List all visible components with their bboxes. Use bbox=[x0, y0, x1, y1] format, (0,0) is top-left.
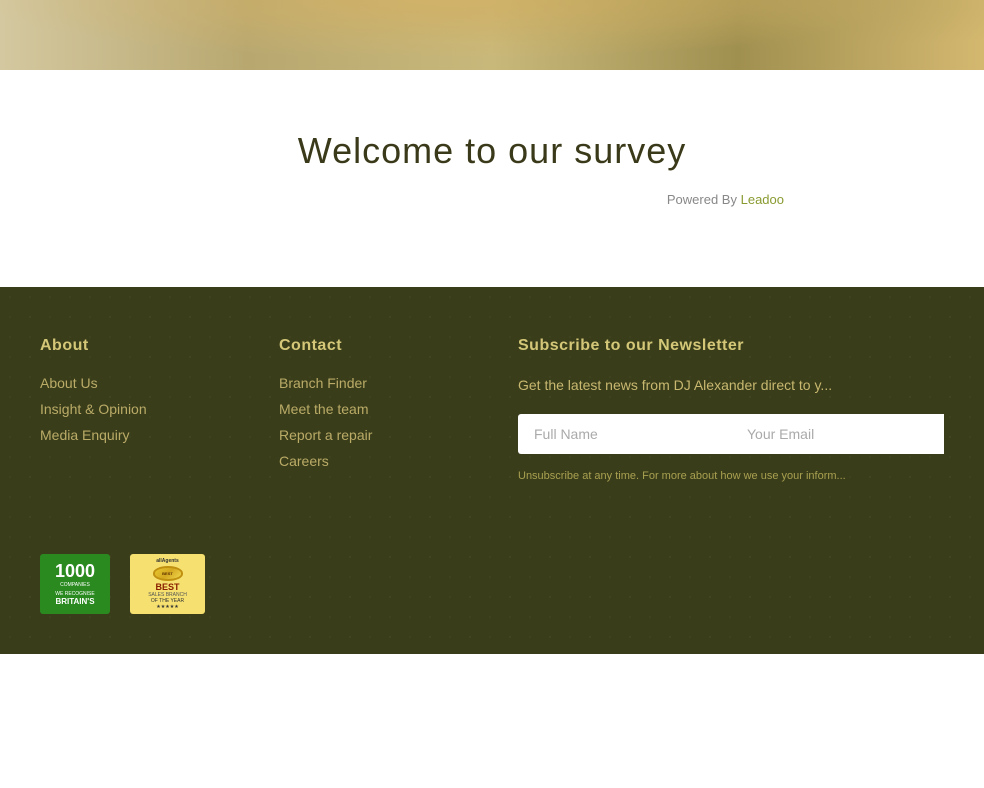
branch-finder-link[interactable]: Branch Finder bbox=[279, 375, 478, 391]
media-enquiry-link[interactable]: Media Enquiry bbox=[40, 427, 239, 443]
newsletter-heading: Subscribe to our Newsletter bbox=[518, 337, 944, 355]
footer-contact-column: Contact Branch Finder Meet the team Repo… bbox=[279, 337, 478, 484]
leadoo-link[interactable]: Leadoo bbox=[741, 192, 784, 207]
badge-allagents-brand: allAgents bbox=[156, 558, 179, 564]
footer-badges: 1000 COMPANIES WE RECOGNISE BRITAIN'S al… bbox=[40, 534, 944, 614]
about-heading: About bbox=[40, 337, 239, 355]
newsletter-description: Get the latest news from DJ Alexander di… bbox=[518, 375, 944, 396]
footer-columns: About About Us Insight & Opinion Media E… bbox=[40, 337, 944, 484]
footer-about-column: About About Us Insight & Opinion Media E… bbox=[40, 337, 239, 484]
insight-opinion-link[interactable]: Insight & Opinion bbox=[40, 401, 239, 417]
hero-image bbox=[0, 0, 984, 70]
powered-by: Powered By Leadoo bbox=[20, 192, 964, 207]
badge-allagents-best: BEST bbox=[155, 583, 179, 593]
newsletter-note: Unsubscribe at any time. For more about … bbox=[518, 469, 944, 484]
badge-1000-number: 1000 bbox=[55, 562, 95, 580]
newsletter-name-input[interactable] bbox=[518, 414, 731, 454]
powered-by-label: Powered By bbox=[667, 192, 737, 207]
survey-title: Welcome to our survey bbox=[20, 130, 964, 172]
badge-circle-inner: BEST bbox=[162, 571, 173, 576]
badge-allagents-stars: ★★★★★ bbox=[156, 604, 178, 610]
newsletter-email-input[interactable] bbox=[731, 414, 944, 454]
meet-team-link[interactable]: Meet the team bbox=[279, 401, 478, 417]
footer: About About Us Insight & Opinion Media E… bbox=[0, 287, 984, 654]
newsletter-form bbox=[518, 414, 944, 454]
badge-1000-line1: COMPANIES bbox=[60, 582, 90, 589]
careers-link[interactable]: Careers bbox=[279, 453, 478, 469]
badge-allagents-circle: BEST bbox=[153, 566, 183, 580]
contact-heading: Contact bbox=[279, 337, 478, 355]
footer-newsletter-column: Subscribe to our Newsletter Get the late… bbox=[518, 337, 944, 484]
badge-1000-companies: 1000 COMPANIES WE RECOGNISE BRITAIN'S bbox=[40, 554, 110, 614]
report-repair-link[interactable]: Report a repair bbox=[279, 427, 478, 443]
badge-allagents: allAgents BEST BEST SALES BRANCH OF THE … bbox=[130, 554, 205, 614]
survey-section: Welcome to our survey Powered By Leadoo bbox=[0, 70, 984, 287]
badge-1000-line3: BRITAIN'S bbox=[55, 597, 94, 606]
about-us-link[interactable]: About Us bbox=[40, 375, 239, 391]
